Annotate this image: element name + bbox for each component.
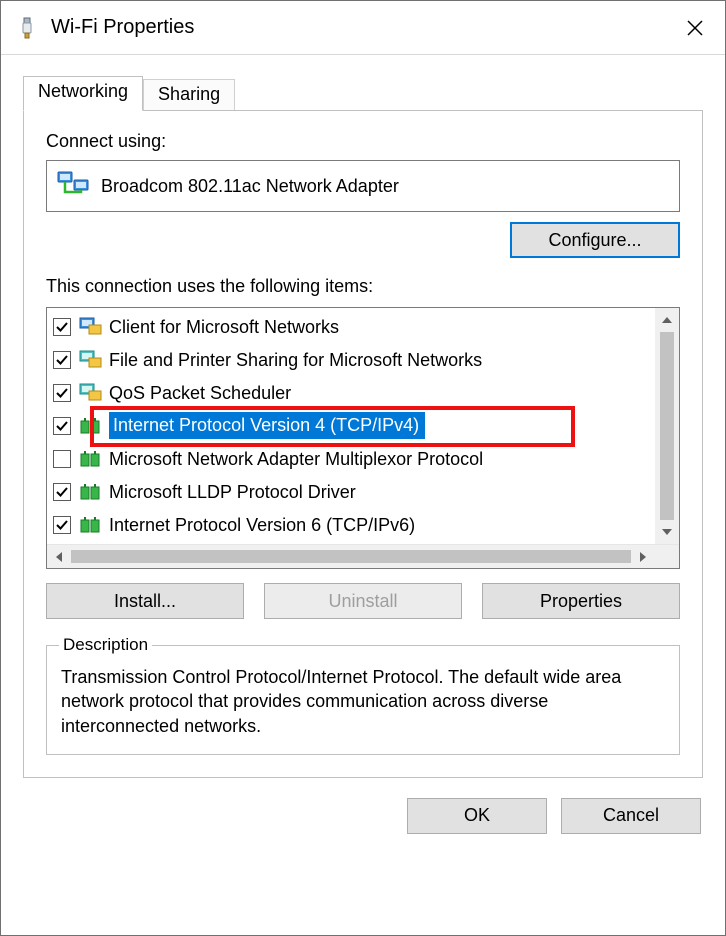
scroll-corner [655,545,679,568]
install-button[interactable]: Install... [46,583,244,619]
vertical-scrollbar[interactable] [655,308,679,544]
checkbox[interactable] [53,318,71,336]
scroll-left-icon[interactable] [47,545,71,568]
items-label: This connection uses the following items… [46,276,680,297]
properties-button[interactable]: Properties [482,583,680,619]
tab-networking[interactable]: Networking [23,76,143,111]
list-item[interactable]: Microsoft Network Adapter Multiplexor Pr… [47,442,655,475]
cancel-button[interactable]: Cancel [561,798,701,834]
adapter-box[interactable]: Broadcom 802.11ac Network Adapter [46,160,680,212]
checkbox[interactable] [53,384,71,402]
close-button[interactable] [665,1,725,55]
list-item[interactable]: Internet Protocol Version 4 (TCP/IPv4) [47,409,655,442]
list-item[interactable]: QoS Packet Scheduler [47,376,655,409]
scroll-thumb[interactable] [660,332,674,520]
connect-using-label: Connect using: [46,131,680,152]
protocol-icon [77,414,103,438]
list-item[interactable]: Microsoft LLDP Protocol Driver [47,475,655,508]
list-item-label: QoS Packet Scheduler [109,384,291,402]
tab-sharing[interactable]: Sharing [143,79,235,111]
uninstall-button: Uninstall [264,583,462,619]
list-item-label: Internet Protocol Version 4 (TCP/IPv4) [109,412,425,439]
description-legend: Description [59,635,152,655]
ok-button[interactable]: OK [407,798,547,834]
list-item-label: Microsoft LLDP Protocol Driver [109,483,356,501]
checkbox[interactable] [53,351,71,369]
scroll-right-icon[interactable] [631,545,655,568]
description-text: Transmission Control Protocol/Internet P… [61,665,665,738]
checkbox[interactable] [53,450,71,468]
protocol-icon [77,381,103,405]
list-item-label: Internet Protocol Version 6 (TCP/IPv6) [109,516,415,534]
protocol-icon [77,480,103,504]
protocol-icon [77,315,103,339]
protocol-icon [77,447,103,471]
checkbox[interactable] [53,516,71,534]
configure-button[interactable]: Configure... [510,222,680,258]
list-item[interactable]: File and Printer Sharing for Microsoft N… [47,343,655,376]
list-item-label: File and Printer Sharing for Microsoft N… [109,351,482,369]
tab-panel-networking: Connect using: Broadcom 802.11ac Network… [23,110,703,778]
scroll-up-icon[interactable] [655,308,679,332]
checkbox[interactable] [53,417,71,435]
hscroll-thumb[interactable] [71,550,631,563]
scroll-down-icon[interactable] [655,520,679,544]
window-title: Wi-Fi Properties [51,16,665,39]
list-item[interactable]: Internet Protocol Version 6 (TCP/IPv6) [47,508,655,541]
wifi-properties-dialog: Wi-Fi Properties Networking Sharing Conn… [0,0,726,936]
list-item[interactable]: Client for Microsoft Networks [47,310,655,343]
checkbox[interactable] [53,483,71,501]
items-listbox[interactable]: Client for Microsoft Networks File and Pr… [46,307,680,569]
network-adapter-icon [57,170,89,202]
titlebar: Wi-Fi Properties [1,1,725,55]
adapter-icon [15,16,39,40]
horizontal-scrollbar[interactable] [47,544,679,568]
description-group: Description Transmission Control Protoco… [46,635,680,755]
list-item-label: Client for Microsoft Networks [109,318,339,336]
protocol-icon [77,513,103,537]
protocol-icon [77,348,103,372]
adapter-name: Broadcom 802.11ac Network Adapter [101,176,399,197]
tabs: Networking Sharing [23,75,703,110]
list-item-label: Microsoft Network Adapter Multiplexor Pr… [109,450,483,468]
